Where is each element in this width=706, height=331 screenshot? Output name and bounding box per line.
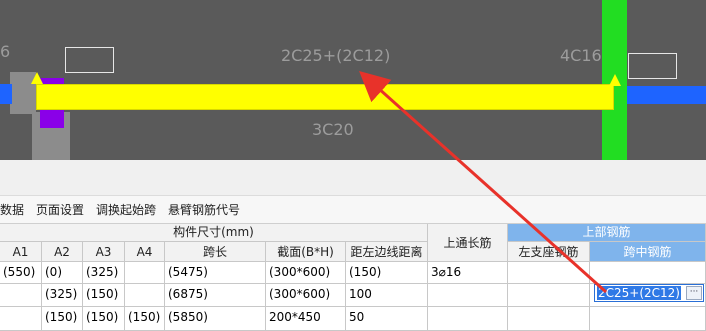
- empty-label-box-right: [628, 53, 677, 79]
- span-table: 构件尺寸(mm) 上通长筋 上部钢筋 A1 A2 A3 A4 跨长 截面(B*H…: [0, 224, 706, 331]
- header-left-support-rebar[interactable]: 左支座钢筋: [508, 242, 590, 262]
- cell-r3-a3[interactable]: (150): [83, 307, 125, 331]
- cell-r2-left-support[interactable]: [508, 284, 590, 307]
- cell-r2-span[interactable]: (6875): [165, 284, 266, 307]
- cell-r1-through-bar[interactable]: 3⌀16: [428, 262, 508, 284]
- cell-r1-section[interactable]: (300*600): [266, 262, 346, 284]
- cell-r1-mid-span[interactable]: [590, 262, 706, 284]
- bottom-rebar-label[interactable]: 3C20: [312, 120, 354, 139]
- cell-r2-a1[interactable]: [0, 284, 42, 307]
- header-top-rebar[interactable]: 上部钢筋: [508, 224, 706, 242]
- left-edge-label: 6: [0, 42, 11, 61]
- cell-r3-a4[interactable]: (150): [125, 307, 165, 331]
- header-a2[interactable]: A2: [42, 242, 83, 262]
- panel-splitter[interactable]: [0, 160, 706, 196]
- header-left-edge-distance[interactable]: 距左边线距离: [346, 242, 428, 262]
- header-section[interactable]: 截面(B*H): [266, 242, 346, 262]
- toolbar-page-setup[interactable]: 页面设置: [36, 201, 90, 218]
- cell-r1-a3[interactable]: (325): [83, 262, 125, 284]
- selected-beam[interactable]: [36, 84, 614, 110]
- cell-r3-mid-span[interactable]: [590, 307, 706, 331]
- cell-r1-left-support[interactable]: [508, 262, 590, 284]
- top-rebar-label[interactable]: 2C25+(2C12): [281, 46, 390, 65]
- cell-r2-a4[interactable]: [125, 284, 165, 307]
- cell-r3-span[interactable]: (5850): [165, 307, 266, 331]
- header-mid-span-rebar[interactable]: 跨中钢筋: [590, 242, 706, 262]
- cell-r1-distance[interactable]: (150): [346, 262, 428, 284]
- cell-r3-left-support[interactable]: [508, 307, 590, 331]
- toolbar-data[interactable]: 数据: [0, 201, 30, 218]
- left-blue-bar: [0, 84, 12, 104]
- cell-r2-a3[interactable]: (150): [83, 284, 125, 307]
- right-blue-bar: [627, 86, 706, 104]
- cell-r2-a2[interactable]: (325): [42, 284, 83, 307]
- editor-selected-text[interactable]: 2C25+(2C12): [597, 286, 681, 300]
- cell-r2-through-bar[interactable]: [428, 284, 508, 307]
- mid-span-rebar-editor[interactable]: 2C25+(2C12) ···: [594, 284, 704, 302]
- header-span-length[interactable]: 跨长: [165, 242, 266, 262]
- group-header-dimensions: 构件尺寸(mm): [0, 224, 428, 242]
- cell-r3-distance[interactable]: 50: [346, 307, 428, 331]
- cell-r3-section[interactable]: 200*450: [266, 307, 346, 331]
- cell-r2-distance[interactable]: 100: [346, 284, 428, 307]
- cell-r3-a1[interactable]: [0, 307, 42, 331]
- header-a3[interactable]: A3: [83, 242, 125, 262]
- toolbar-swap-start-span[interactable]: 调换起始跨: [96, 201, 162, 218]
- left-grip-arrow-icon[interactable]: [31, 72, 43, 84]
- cell-r3-a2[interactable]: (150): [42, 307, 83, 331]
- ellipsis-button[interactable]: ···: [686, 286, 702, 300]
- right-grip-arrow-icon[interactable]: [609, 74, 621, 86]
- cad-viewport[interactable]: 6 2C25+(2C12) 4C16 3C20: [0, 0, 706, 160]
- header-top-through-bar[interactable]: 上通长筋: [428, 224, 508, 262]
- cell-r3-through-bar[interactable]: [428, 307, 508, 331]
- cell-r1-a4[interactable]: [125, 262, 165, 284]
- column-rebar-label[interactable]: 4C16: [560, 46, 602, 65]
- grid-toolbar: 数据 页面设置 调换起始跨 悬臂钢筋代号: [0, 196, 706, 224]
- toolbar-cantilever-code[interactable]: 悬臂钢筋代号: [168, 201, 246, 218]
- cell-r1-span[interactable]: (5475): [165, 262, 266, 284]
- cell-r2-section[interactable]: (300*600): [266, 284, 346, 307]
- cell-r1-a2[interactable]: (0): [42, 262, 83, 284]
- rebar-input-panel: 数据 页面设置 调换起始跨 悬臂钢筋代号 构件尺寸(mm) 上通长筋 上部钢筋 …: [0, 160, 706, 331]
- header-a4[interactable]: A4: [125, 242, 165, 262]
- header-a1[interactable]: A1: [0, 242, 42, 262]
- cell-r1-a1[interactable]: (550): [0, 262, 42, 284]
- empty-label-box-left: [65, 47, 114, 73]
